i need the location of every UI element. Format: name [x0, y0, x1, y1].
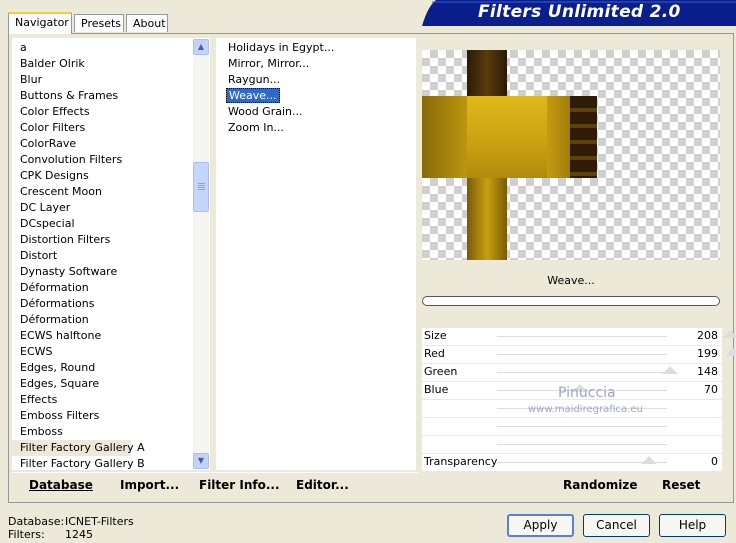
category-item[interactable]: ColorRave: [12, 136, 210, 152]
cancel-button[interactable]: Cancel: [583, 514, 650, 537]
category-item[interactable]: CPK Designs: [12, 168, 210, 184]
database-status-label: Database:: [8, 515, 65, 528]
category-item[interactable]: Déformation: [12, 312, 210, 328]
param-label: Red: [424, 347, 445, 360]
filter-item-label: Holidays in Egypt...: [228, 41, 335, 54]
category-item[interactable]: Edges, Round: [12, 360, 210, 376]
param-track[interactable]: [497, 426, 667, 427]
scroll-thumb[interactable]: [193, 162, 209, 212]
filter-item[interactable]: Mirror, Mirror...: [216, 56, 416, 72]
category-item[interactable]: ECWS: [12, 344, 210, 360]
param-label: Transparency: [424, 455, 498, 468]
param-value: 148: [697, 365, 718, 378]
param-value: 0: [711, 455, 718, 468]
param-label: Size: [424, 329, 447, 342]
watermark-url: www.maidiregrafica.eu: [528, 404, 643, 415]
tab-presets[interactable]: Presets: [74, 14, 124, 32]
slider-thumb-icon[interactable]: [662, 366, 678, 374]
watermark-name: Pinuccia: [558, 385, 616, 401]
filter-item-label: Raygun...: [228, 73, 281, 86]
filter-item[interactable]: Raygun...: [216, 72, 416, 88]
param-row[interactable]: [422, 418, 722, 435]
category-item[interactable]: DCspecial: [12, 216, 210, 232]
preview-image: [422, 50, 720, 260]
category-scrollbar[interactable]: ▲ ▼: [193, 39, 209, 469]
category-list[interactable]: a Balder Olrik Blur Buttons & Frames Color E…: [12, 38, 210, 470]
category-item[interactable]: DC Layer: [12, 200, 210, 216]
filter-item-label: Zoom In...: [228, 121, 284, 134]
scroll-up-icon[interactable]: ▲: [193, 39, 209, 55]
category-item[interactable]: Emboss: [12, 424, 210, 440]
filter-info-link[interactable]: Filter Info...: [199, 478, 280, 492]
database-status-value: ICNET-Filters: [65, 515, 134, 528]
category-item[interactable]: Effects: [12, 392, 210, 408]
slider-thumb-icon[interactable]: [725, 348, 736, 356]
tab-about[interactable]: About: [126, 14, 168, 32]
category-item[interactable]: Distort: [12, 248, 210, 264]
category-item[interactable]: Edges, Square: [12, 376, 210, 392]
param-value: 208: [697, 329, 718, 342]
database-link[interactable]: Database: [29, 478, 93, 492]
category-item[interactable]: Emboss Filters: [12, 408, 210, 424]
filters-count-label: Filters:: [8, 528, 45, 541]
category-item[interactable]: Balder Olrik: [12, 56, 210, 72]
category-item[interactable]: Crescent Moon: [12, 184, 210, 200]
tab-navigator[interactable]: Navigator: [8, 12, 72, 34]
filter-item[interactable]: Weave...: [216, 88, 416, 104]
filter-item-label: Wood Grain...: [228, 105, 303, 118]
param-row[interactable]: [422, 436, 722, 453]
filter-item[interactable]: Zoom In...: [216, 120, 416, 136]
param-label: Green: [424, 365, 458, 378]
param-track[interactable]: [497, 372, 667, 373]
param-row[interactable]: Green 148: [422, 364, 722, 381]
param-row[interactable]: Size 208: [422, 328, 736, 345]
param-row[interactable]: Red 199: [422, 346, 736, 363]
randomize-button[interactable]: Randomize: [563, 478, 637, 492]
category-item[interactable]: Color Filters: [12, 120, 210, 136]
category-item[interactable]: Filter Factory Gallery B: [12, 456, 210, 470]
banner-title: Filters Unlimited 2.0: [478, 2, 681, 22]
param-track[interactable]: [497, 444, 667, 445]
category-item[interactable]: Buttons & Frames: [12, 88, 210, 104]
param-track[interactable]: [497, 336, 667, 337]
filter-item-label: Mirror, Mirror...: [228, 57, 310, 70]
category-item[interactable]: Déformations: [12, 296, 210, 312]
category-item[interactable]: Distortion Filters: [12, 232, 210, 248]
param-value: 70: [704, 383, 718, 396]
param-track[interactable]: [497, 354, 667, 355]
filters-count-value: 1245: [65, 528, 93, 541]
slider-thumb-icon[interactable]: [722, 330, 736, 338]
slider-thumb-icon[interactable]: [641, 456, 657, 464]
help-button[interactable]: Help: [659, 514, 726, 537]
category-item[interactable]: ECWS halftone: [12, 328, 210, 344]
editor-link[interactable]: Editor...: [296, 478, 349, 492]
filter-item[interactable]: Holidays in Egypt...: [216, 40, 416, 56]
filter-list[interactable]: Holidays in Egypt... Mirror, Mirror... Ray…: [216, 38, 416, 470]
filter-name-label: Weave...: [547, 274, 595, 287]
param-value: 199: [697, 347, 718, 360]
category-item[interactable]: Déformation: [12, 280, 210, 296]
apply-button[interactable]: Apply: [507, 514, 574, 537]
param-label: Blue: [424, 383, 449, 396]
param-row[interactable]: Transparency 0: [422, 454, 722, 471]
category-item[interactable]: Color Effects: [12, 104, 210, 120]
filter-item[interactable]: Wood Grain...: [216, 104, 416, 120]
category-item[interactable]: a: [12, 40, 210, 56]
progress-bar: [422, 296, 720, 306]
category-item[interactable]: Filter Factory Gallery A: [12, 440, 145, 456]
import-link[interactable]: Import...: [120, 478, 179, 492]
category-item[interactable]: Convolution Filters: [12, 152, 210, 168]
category-item[interactable]: Blur: [12, 72, 210, 88]
reset-button[interactable]: Reset: [662, 478, 700, 492]
scroll-down-icon[interactable]: ▼: [193, 453, 209, 469]
category-item[interactable]: Dynasty Software: [12, 264, 210, 280]
filter-item-label: Weave...: [226, 88, 280, 103]
